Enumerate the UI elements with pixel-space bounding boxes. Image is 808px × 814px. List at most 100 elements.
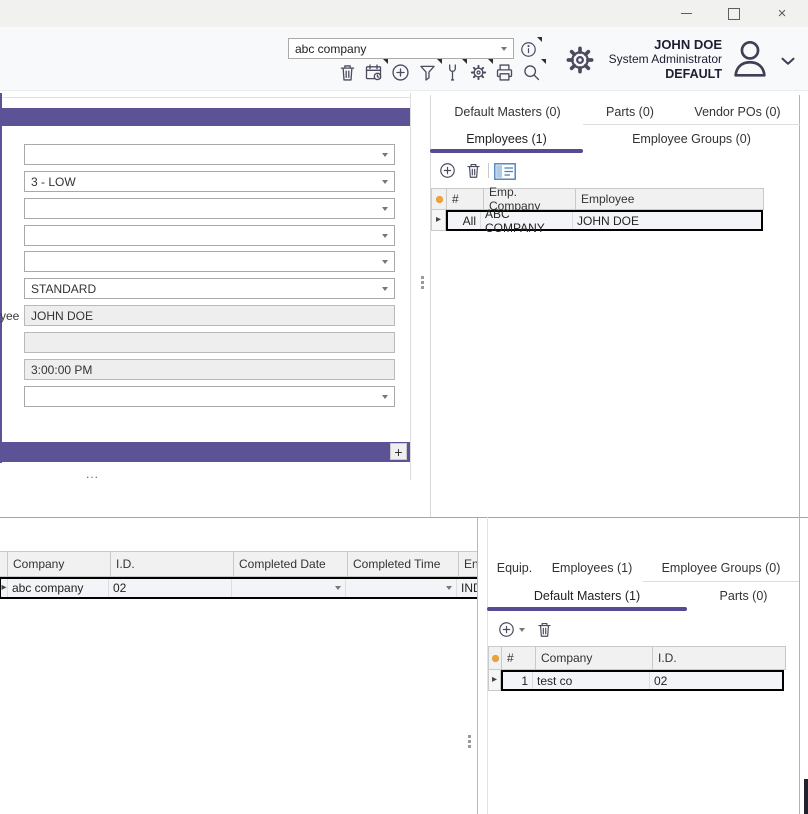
top-right-panel [430,95,800,517]
plus-circle-icon [497,620,516,639]
add-options-chevron-icon[interactable] [519,628,525,632]
column-header-completed-time[interactable]: Completed Time [348,552,459,576]
close-button[interactable]: × [760,0,804,27]
company-combobox[interactable]: abc company [288,38,514,59]
cell-completed-date[interactable] [232,579,346,597]
type-dropdown[interactable]: STANDARD [24,278,395,299]
employees-form-view-button[interactable] [494,163,516,180]
default-masters-add-button[interactable] [497,620,516,639]
form-dropdown-10[interactable] [24,386,395,407]
form-dropdown-1[interactable] [24,144,395,165]
required-marker-icon [436,196,443,203]
employees-add-button[interactable] [438,161,457,180]
avatar-icon [727,36,773,82]
tab-vendor-pos[interactable]: Vendor POs (0) [675,99,800,125]
active-tab-underline [430,149,583,153]
employees-delete-button[interactable] [464,161,483,180]
cell-num[interactable]: All [448,212,481,229]
row-selector-cell[interactable]: ▸ [488,670,501,691]
column-header-num[interactable]: # [502,647,536,669]
left-panel-header-bar [0,108,410,126]
bottom-splitter-grip[interactable] [468,735,471,748]
table-row[interactable]: ▸ 1 test co 02 [488,670,786,691]
add-button[interactable] [390,62,411,83]
column-header-id[interactable]: I.D. [111,552,234,576]
table-row[interactable]: ▸ abc company 02 IND [0,577,478,599]
employees-table: # Emp. Company Employee ▸ All ABC COMPAN… [431,188,764,231]
tab-employees-bottom[interactable]: Employees (1) [542,555,642,581]
column-header-en-clipped[interactable]: En [459,552,478,576]
vertical-splitter-grip[interactable] [421,276,424,289]
tab-equip[interactable]: Equip. [487,555,542,581]
cell-completed-time[interactable] [346,579,457,597]
column-header-completed-date[interactable]: Completed Date [234,552,348,576]
dropdown-flag-icon [383,59,388,64]
marker-column-header [432,189,447,209]
row-selector-cell[interactable]: ▸ [431,210,446,231]
employee-field: JOHN DOE [24,305,395,326]
options-button[interactable] [468,62,489,83]
tab-employee-groups-bottom[interactable]: Employee Groups (0) [642,555,800,581]
printer-icon [494,62,515,83]
column-header-num[interactable]: # [447,189,484,209]
form-dropdown-3[interactable] [24,198,395,219]
cell-employee[interactable]: JOHN DOE [573,212,761,229]
settings-button[interactable] [563,43,597,77]
default-masters-delete-button[interactable] [535,620,554,639]
priority-dropdown-value: 3 - LOW [31,175,76,189]
plus-circle-icon [390,62,411,83]
tab-parts[interactable]: Parts (0) [585,99,675,125]
gear-icon [468,62,489,83]
column-header-company[interactable]: Company [536,647,653,669]
column-header-company[interactable]: Company [8,552,111,576]
tab-default-masters-bottom[interactable]: Default Masters (1) [487,583,687,609]
tools-button[interactable] [442,62,463,83]
user-menu-expander[interactable] [777,50,799,72]
info-button[interactable] [519,40,538,59]
cell-num[interactable]: 1 [503,672,533,689]
marker-column-header [0,552,8,576]
company-combobox-value: abc company [295,42,366,56]
table-row[interactable]: ▸ All ABC COMPANY JOHN DOE [431,210,764,231]
maximize-icon [728,8,740,20]
maximize-button[interactable] [712,0,756,27]
schedule-button[interactable] [363,62,384,83]
chevron-down-icon [501,47,507,51]
user-menu-button[interactable] [727,36,773,82]
tab-row-divider [583,124,800,125]
tab-default-masters[interactable]: Default Masters (0) [430,99,585,125]
row-selector-cell[interactable]: ▸ [1,579,8,597]
priority-dropdown[interactable]: 3 - LOW [24,171,395,192]
row-arrow-icon: ▸ [492,675,497,685]
column-header-id[interactable]: I.D. [653,647,785,669]
cell-id[interactable]: 02 [650,672,782,689]
active-tab-underline [487,607,687,611]
expand-section-button[interactable]: + [390,443,407,460]
employees-table-header: # Emp. Company Employee [431,188,764,210]
tab-parts-bottom[interactable]: Parts (0) [687,583,800,609]
cell-company[interactable]: test co [533,672,650,689]
cell-company[interactable]: abc company [8,579,109,597]
ellipsis-text: ... [86,467,99,481]
bottom-vertical-splitter[interactable] [477,518,478,814]
filter-button[interactable] [417,62,438,83]
left-panel-right-border [410,93,411,480]
search-button[interactable] [521,62,542,83]
delete-button[interactable] [337,62,358,83]
work-orders-table: Company I.D. Completed Date Completed Ti… [0,551,478,599]
cell-id[interactable]: 02 [109,579,232,597]
calendar-clock-icon [363,62,384,83]
minimize-button[interactable] [664,0,708,27]
window-titlebar: × [0,0,808,27]
trash-icon [337,62,358,83]
column-header-employee[interactable]: Employee [576,189,763,209]
toolbar-separator [488,163,489,178]
dropdown-flag-icon [462,59,467,64]
chevron-down-icon [382,234,388,238]
cell-en-clipped[interactable]: IND [457,579,478,597]
form-dropdown-4[interactable] [24,225,395,246]
form-dropdown-5[interactable] [24,251,395,272]
tab-employee-groups[interactable]: Employee Groups (0) [583,126,800,152]
cell-emp-company[interactable]: ABC COMPANY [481,212,573,229]
print-button[interactable] [494,62,515,83]
